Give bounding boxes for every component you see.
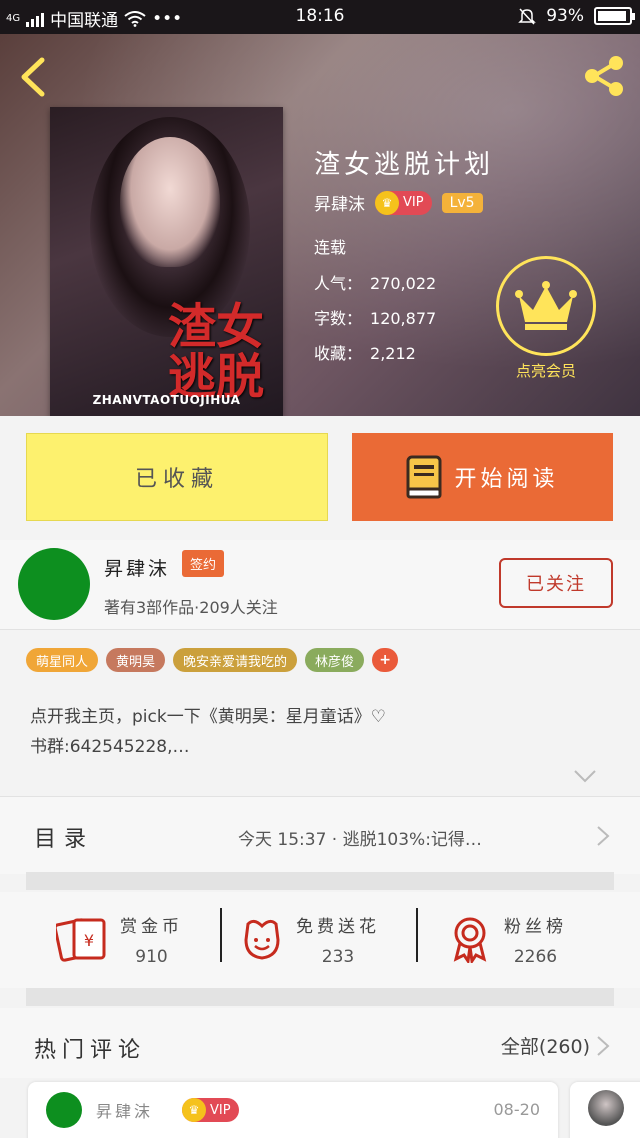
chevron-right-icon[interactable] — [596, 1035, 610, 1057]
description-line: 点开我主页，pick一下《黄明昊：星月童话》♡ — [30, 707, 386, 727]
add-tag-button[interactable]: + — [372, 648, 399, 672]
gift-fan-ranking[interactable]: 粉丝榜 2266 — [448, 904, 567, 974]
battery-fill — [598, 11, 626, 21]
divider — [26, 872, 614, 890]
chevron-right-icon — [597, 826, 610, 846]
comments-header: 热门评论 全部(260) — [0, 1008, 640, 1078]
book-icon — [406, 455, 442, 499]
gift-stats: ¥ 赏金币 910 免费送花 233 粉丝榜 2266 — [0, 892, 640, 988]
signed-badge: 签约 — [182, 550, 225, 577]
stat-favorites: 收藏： 2,212 — [314, 344, 416, 363]
share-icon[interactable] — [580, 52, 628, 100]
book-cover[interactable]: 渣女逃脱 ZHANVTAOTUOJIHUA — [50, 107, 283, 416]
follow-button[interactable]: 已关注 — [499, 558, 613, 608]
cover-pinyin: ZHANVTAOTUOJIHUA — [92, 393, 241, 407]
latest-chapter: 今天 15:37 · 逃脱103%:记得… — [238, 830, 482, 850]
commenter-avatar[interactable] — [588, 1090, 624, 1126]
level-badge: Lv5 — [441, 192, 483, 213]
red-envelope-icon: ¥ — [56, 918, 106, 962]
flower-icon — [244, 919, 280, 960]
status-bar: 4G 中国联通 ••• 18:16 93% — [0, 0, 640, 34]
gift-flowers[interactable]: 免费送花 233 — [240, 904, 380, 974]
battery-percent: 93% — [546, 6, 584, 26]
vip-badge: ♛ VIP — [375, 190, 432, 215]
book-description: 点开我主页，pick一下《黄明昊：星月童话》♡ 书群:642545228,… — [30, 702, 610, 762]
status-right: 93% — [518, 6, 635, 26]
collected-button[interactable]: 已收藏 — [26, 433, 328, 521]
crown-icon — [496, 256, 596, 356]
commenter-avatar[interactable] — [46, 1092, 82, 1128]
comment-card[interactable]: 昇肆沫 ♛ VIP 08-20 — [28, 1082, 558, 1138]
cover-title: 渣女逃脱 — [168, 299, 265, 405]
comment-card[interactable] — [570, 1082, 640, 1138]
author-avatar[interactable] — [18, 548, 90, 620]
serial-status: 连载 — [314, 238, 347, 257]
author-meta: 著有3部作品·209人关注 — [104, 598, 278, 617]
author-name[interactable]: 昇肆沫 — [104, 554, 170, 581]
all-comments-link[interactable]: 全部(260) — [501, 1032, 590, 1059]
start-reading-button[interactable]: 开始阅读 — [352, 433, 613, 521]
tag-item[interactable]: 萌星同人 — [26, 648, 99, 672]
stat-popularity: 人气： 270,022 — [314, 274, 437, 293]
crown-coin-icon: ♛ — [182, 1098, 206, 1122]
chevron-down-icon[interactable] — [572, 766, 598, 786]
book-title: 渣女逃脱计划 — [314, 150, 495, 180]
tag-list: 萌星同人 黄明昊 晚安亲爱请我吃的 林彦俊 + — [26, 648, 399, 672]
stat-word-count: 字数： 120,877 — [314, 309, 437, 328]
book-author[interactable]: 昇肆沫 — [314, 190, 365, 215]
gift-coins[interactable]: ¥ 赏金币 910 — [56, 904, 183, 974]
author-card: 昇肆沫 签约 著有3部作品·209人关注 已关注 — [0, 540, 640, 630]
battery-icon — [594, 7, 635, 25]
comments-title: 热门评论 — [34, 1038, 147, 1063]
member-label: 点亮会员 — [515, 362, 576, 380]
back-arrow-icon[interactable] — [14, 54, 54, 100]
award-ribbon-icon — [453, 917, 487, 963]
commenter-name[interactable]: 昇肆沫 — [96, 1098, 153, 1122]
comment-date: 08-20 — [493, 1100, 541, 1119]
book-header: 渣女逃脱 ZHANVTAOTUOJIHUA 渣女逃脱计划 昇肆沫 ♛ VIP L… — [0, 34, 640, 416]
book-author-row: 昇肆沫 ♛ VIP Lv5 — [314, 190, 483, 215]
catalog-label: 目录 — [34, 827, 95, 852]
divider — [26, 988, 614, 1006]
crown-coin-icon: ♛ — [375, 190, 399, 215]
svg-text:¥: ¥ — [84, 931, 94, 950]
tag-item[interactable]: 晚安亲爱请我吃的 — [173, 648, 298, 672]
catalog-row[interactable]: 目录 今天 15:37 · 逃脱103%:记得… — [0, 796, 640, 874]
description-line: 书群:642545228,… — [30, 737, 190, 757]
tag-item[interactable]: 黄明昊 — [106, 648, 166, 672]
member-button[interactable]: 点亮会员 — [496, 256, 596, 386]
vip-badge: ♛ VIP — [182, 1098, 239, 1122]
tag-item[interactable]: 林彦俊 — [305, 648, 365, 672]
mute-bell-icon — [518, 8, 537, 25]
